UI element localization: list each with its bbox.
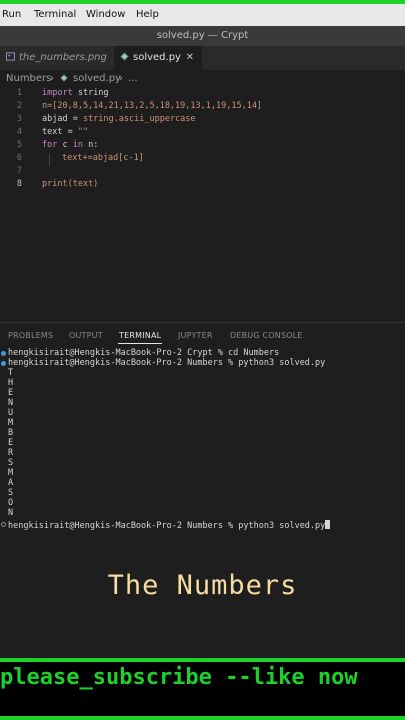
- output-line: S: [8, 458, 14, 468]
- line-number: 5: [16, 140, 22, 150]
- function-name: print: [42, 179, 68, 189]
- banner-text: please_subscribe --like now: [0, 665, 358, 690]
- line-number: 6: [16, 153, 22, 163]
- line-number: 7: [16, 166, 22, 176]
- video-caption: The Numbers: [107, 570, 298, 601]
- terminal-prompt: hengkisirait@Hengkis-MacBook-Pro-2 Numbe…: [8, 521, 326, 531]
- tab-terminal[interactable]: TERMINAL: [119, 331, 161, 340]
- code-line: print(text): [42, 179, 98, 189]
- code-text: string.ascii_uppercase: [82, 114, 196, 124]
- close-icon[interactable]: ✕: [186, 46, 194, 70]
- tab-jupyter[interactable]: JUPYTER: [178, 331, 213, 340]
- line-number: 1: [16, 88, 22, 98]
- image-file-icon: [6, 52, 15, 61]
- keyword: for: [42, 140, 58, 150]
- active-tab-indicator: [118, 343, 162, 344]
- output-line: E: [8, 388, 14, 398]
- text-cursor: [325, 520, 331, 529]
- window-title-bar: solved.py — Crypt: [0, 26, 405, 46]
- code-text: abjad =: [42, 114, 83, 124]
- panel-tab-bar: PROBLEMS OUTPUT TERMINAL JUPYTER DEBUG C…: [0, 322, 405, 347]
- line-number: 8: [16, 179, 22, 189]
- output-line: U: [8, 408, 14, 418]
- output-line: M: [8, 468, 14, 478]
- menu-run[interactable]: Run: [2, 9, 21, 20]
- output-line: A: [8, 478, 14, 488]
- code-editor[interactable]: 1 2 3 4 5 6 7 8 import string n=[20,8,5,…: [0, 86, 405, 322]
- tab-the-numbers-png[interactable]: the_numbers.png: [0, 46, 112, 70]
- code-line: text = "": [42, 127, 88, 137]
- breadcrumb-more[interactable]: ...: [128, 73, 138, 84]
- status-bar: [0, 646, 405, 658]
- line-number: 4: [16, 127, 22, 137]
- python-file-icon: [60, 74, 68, 82]
- breadcrumb-separator: ›: [119, 73, 123, 84]
- tab-solved-py[interactable]: solved.py ✕: [114, 46, 202, 70]
- line-number: 3: [16, 114, 22, 124]
- menu-help[interactable]: Help: [136, 9, 159, 20]
- output-line: M: [8, 418, 14, 428]
- keyword: in: [72, 140, 83, 150]
- output-line: B: [8, 428, 14, 438]
- code-text: text =: [42, 127, 78, 137]
- code-line: n=[20,8,5,14,21,13,2,5,18,19,13,1,19,15,…: [42, 101, 262, 111]
- tab-output[interactable]: OUTPUT: [69, 331, 103, 340]
- terminal-input-line[interactable]: hengkisirait@Hengkis-MacBook-Pro-2 Numbe…: [8, 520, 331, 531]
- code-text: (text): [67, 179, 99, 189]
- menu-bar: Run Terminal Window Help: [0, 4, 405, 26]
- editor-tab-bar: the_numbers.png solved.py ✕: [0, 46, 405, 70]
- terminal-line: hengkisirait@Hengkis-MacBook-Pro-2 Numbe…: [8, 358, 326, 368]
- subscribe-banner: please_subscribe --like now: [0, 662, 405, 700]
- output-line: T: [8, 368, 14, 378]
- output-line: R: [8, 448, 14, 458]
- code-text: n:: [82, 140, 99, 150]
- window-title: solved.py — Crypt: [156, 30, 249, 41]
- code-text: c: [57, 140, 73, 150]
- tab-problems[interactable]: PROBLEMS: [8, 331, 53, 340]
- code-line: abjad = string.ascii_uppercase: [42, 114, 196, 124]
- output-line: O: [8, 498, 14, 508]
- breadcrumb-file[interactable]: solved.py: [73, 73, 121, 84]
- tab-label: the_numbers.png: [19, 52, 107, 63]
- code-text: text+=abjad[c-1]: [62, 153, 144, 163]
- string-literal: "": [77, 127, 89, 137]
- output-line: N: [8, 508, 14, 518]
- keyword: import: [42, 88, 73, 98]
- breadcrumb-separator: ›: [50, 73, 54, 84]
- output-line: E: [8, 438, 14, 448]
- output-line: N: [8, 398, 14, 408]
- menu-terminal[interactable]: Terminal: [34, 9, 76, 20]
- indent-guide: [49, 154, 50, 166]
- code-line: for c in n:: [42, 140, 98, 150]
- code-line: import string: [42, 88, 109, 98]
- menu-window[interactable]: Window: [86, 9, 125, 20]
- command-status-icon: [1, 361, 6, 366]
- tab-debug-console[interactable]: DEBUG CONSOLE: [230, 331, 303, 340]
- command-status-icon: [1, 351, 6, 356]
- terminal-line: hengkisirait@Hengkis-MacBook-Pro-2 Crypt…: [8, 348, 280, 358]
- breadcrumb-folder[interactable]: Numbers: [6, 73, 51, 84]
- terminal[interactable]: hengkisirait@Hengkis-MacBook-Pro-2 Crypt…: [0, 346, 405, 646]
- code-line: text+=abjad[c-1]: [62, 153, 144, 163]
- line-number: 2: [16, 101, 22, 111]
- breadcrumb: Numbers › solved.py › ...: [0, 70, 405, 86]
- code-text: n=[20,8,5,14,21,13,2,5,18,19,13,1,19,15,…: [42, 101, 263, 111]
- code-text: string: [72, 88, 109, 98]
- command-status-icon: [1, 522, 6, 527]
- output-line: S: [8, 488, 14, 498]
- output-line: H: [8, 378, 14, 388]
- tab-label: solved.py: [133, 52, 181, 63]
- banner-bottom-strip: [0, 716, 405, 720]
- python-file-icon: [120, 52, 129, 61]
